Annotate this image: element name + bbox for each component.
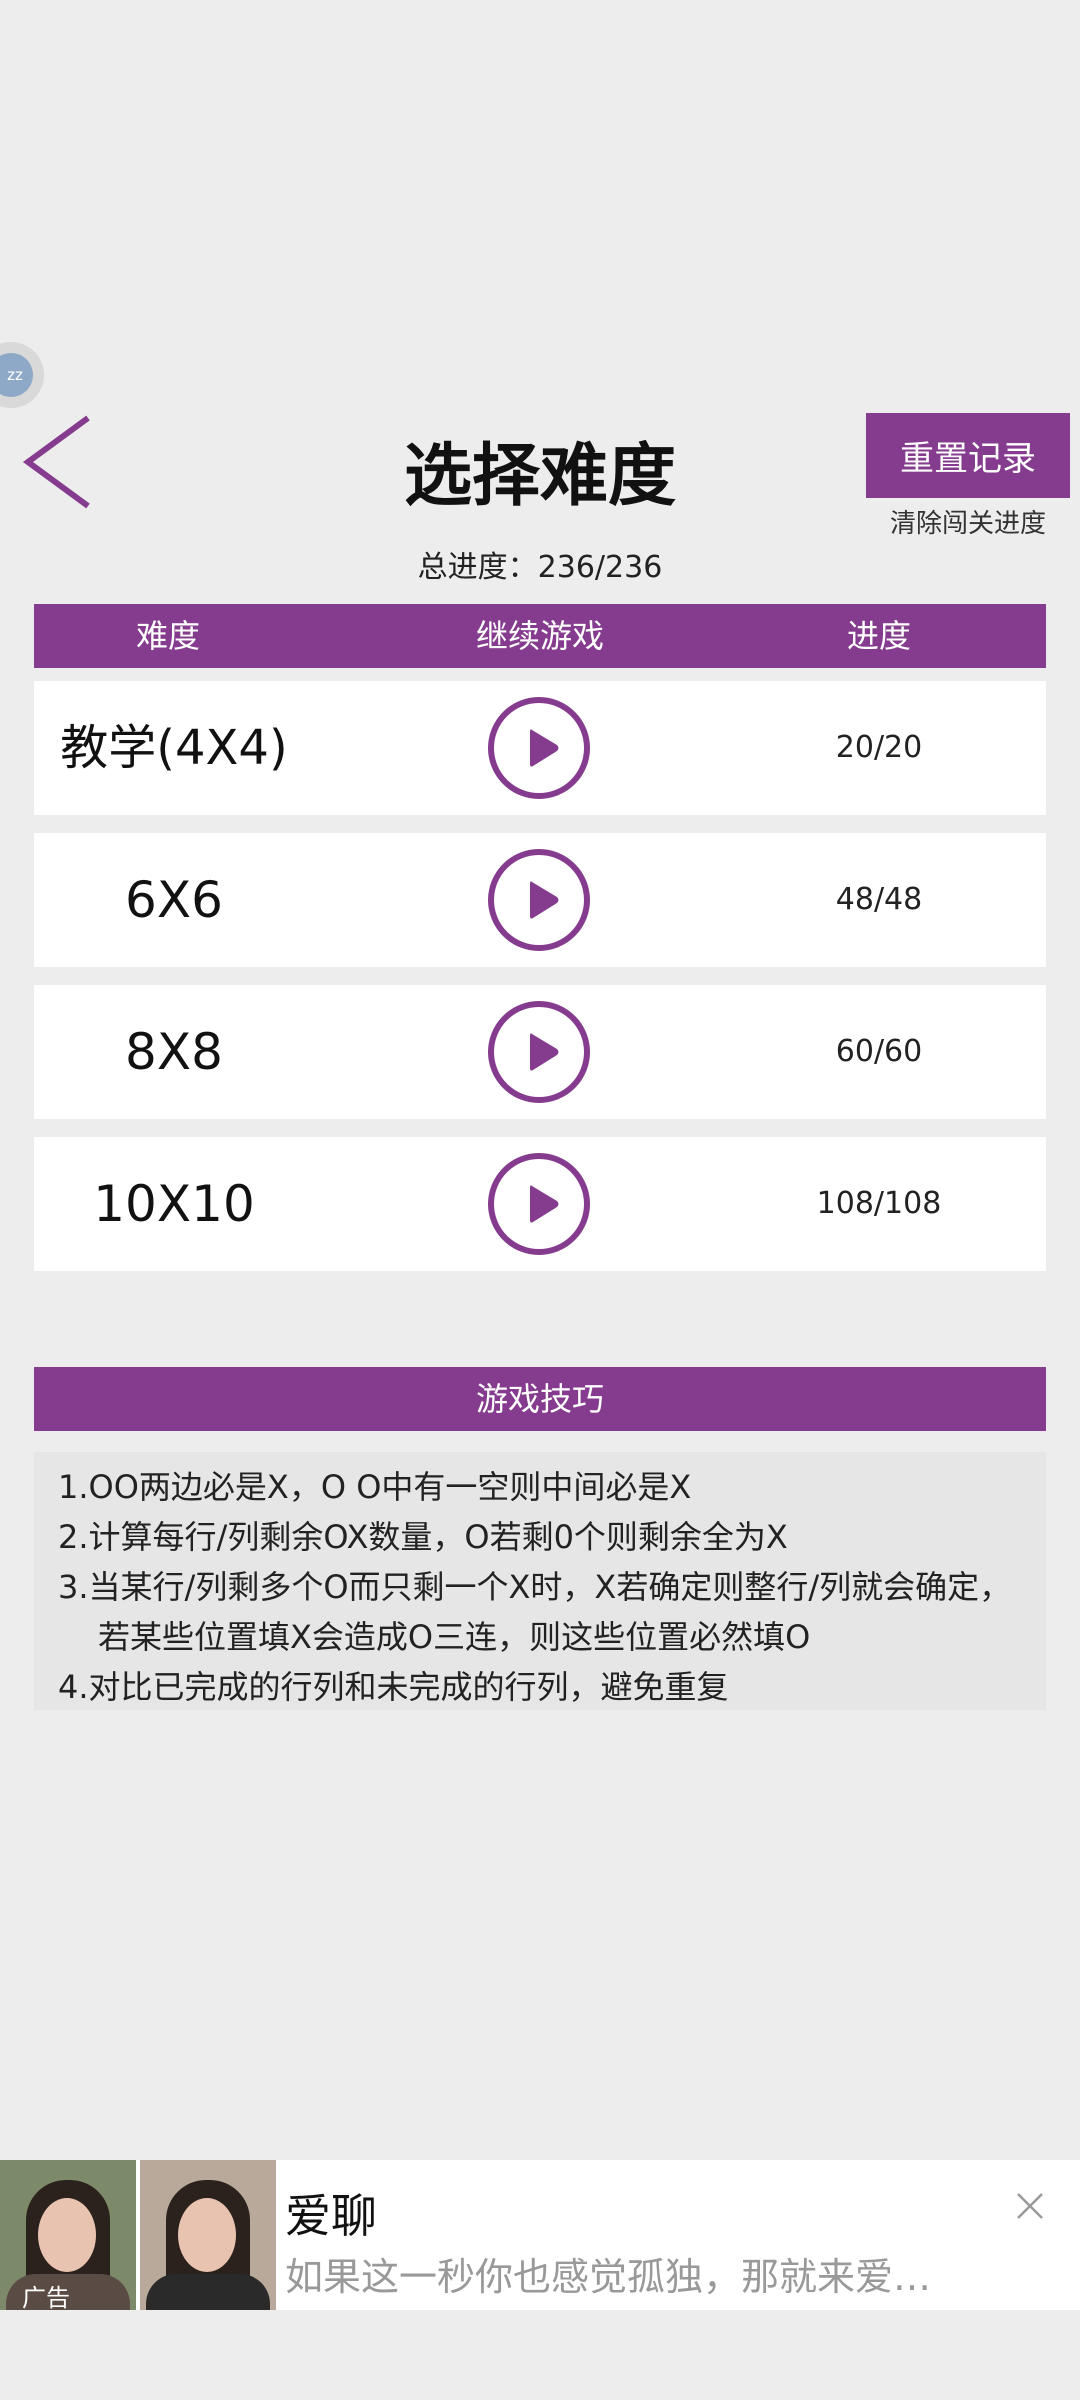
page-title: 选择难度	[403, 437, 676, 516]
tip-line: 4.对比已完成的行列和未完成的行列，避免重复	[58, 1668, 729, 1706]
difficulty-name: 6X6	[125, 871, 223, 929]
difficulty-name: 10X10	[93, 1175, 255, 1233]
tip-line: 1.OO两边必是X，O O中有一空则中间必是X	[58, 1468, 692, 1506]
play-icon	[530, 729, 559, 767]
difficulty-progress: 60/60	[835, 1034, 923, 1069]
floating-assistant-badge[interactable]: zz	[0, 342, 44, 408]
ad-tag: 广告	[22, 2284, 70, 2312]
tips-header: 游戏技巧	[34, 1367, 1046, 1431]
difficulty-row-6x6[interactable]: 6X6 48/48	[34, 833, 1046, 967]
header-difficulty: 难度	[135, 617, 200, 655]
ad-title: 爱聊	[285, 2189, 377, 2243]
reset-record-button[interactable]: 重置记录	[866, 413, 1070, 498]
badge-text: zz	[7, 366, 23, 384]
ad-close-button[interactable]	[1014, 2190, 1046, 2222]
reset-hint-text: 清除闯关进度	[889, 509, 1046, 539]
difficulty-name: 8X8	[125, 1023, 223, 1081]
tips-box: 1.OO两边必是X，O O中有一空则中间必是X 2.计算每行/列剩余OX数量，O…	[34, 1452, 1046, 1710]
ad-banner[interactable]: 广告 爱聊 如果这一秒你也感觉孤独，那就来爱…	[0, 2160, 1080, 2312]
back-button[interactable]	[14, 410, 98, 514]
difficulty-row-4x4[interactable]: 教学(4X4) 20/20	[34, 681, 1046, 815]
chevron-left-icon	[22, 415, 90, 509]
play-icon	[530, 881, 559, 919]
difficulty-progress: 48/48	[835, 882, 923, 917]
play-button-6x6[interactable]	[488, 849, 590, 951]
difficulty-row-8x8[interactable]: 8X8 60/60	[34, 985, 1046, 1119]
close-icon	[1017, 2193, 1043, 2219]
header-continue: 继续游戏	[475, 617, 604, 655]
difficulty-name: 教学(4X4)	[60, 720, 288, 776]
ad-description: 如果这一秒你也感觉孤独，那就来爱…	[285, 2255, 932, 2299]
tip-line: 3.当某行/列剩多个O而只剩一个X时，X若确定则整行/列就会确定，	[58, 1568, 1012, 1606]
difficulty-table-header: 难度 继续游戏 进度	[34, 604, 1046, 668]
difficulty-progress: 108/108	[816, 1186, 942, 1221]
total-progress: 总进度：236/236	[417, 550, 663, 585]
difficulty-row-10x10[interactable]: 10X10 108/108	[34, 1137, 1046, 1271]
header-progress: 进度	[846, 617, 911, 655]
badge-inner: zz	[0, 353, 33, 397]
play-icon	[530, 1185, 559, 1223]
tip-line: 若某些位置填X会造成O三连，则这些位置必然填O	[98, 1618, 811, 1656]
tip-line: 2.计算每行/列剩余OX数量，O若剩0个则剩余全为X	[58, 1518, 788, 1556]
play-button-4x4[interactable]	[488, 697, 590, 799]
play-button-8x8[interactable]	[488, 1001, 590, 1103]
difficulty-progress: 20/20	[835, 730, 923, 765]
play-button-10x10[interactable]	[488, 1153, 590, 1255]
play-icon	[530, 1033, 559, 1071]
ad-photo	[140, 2160, 276, 2310]
